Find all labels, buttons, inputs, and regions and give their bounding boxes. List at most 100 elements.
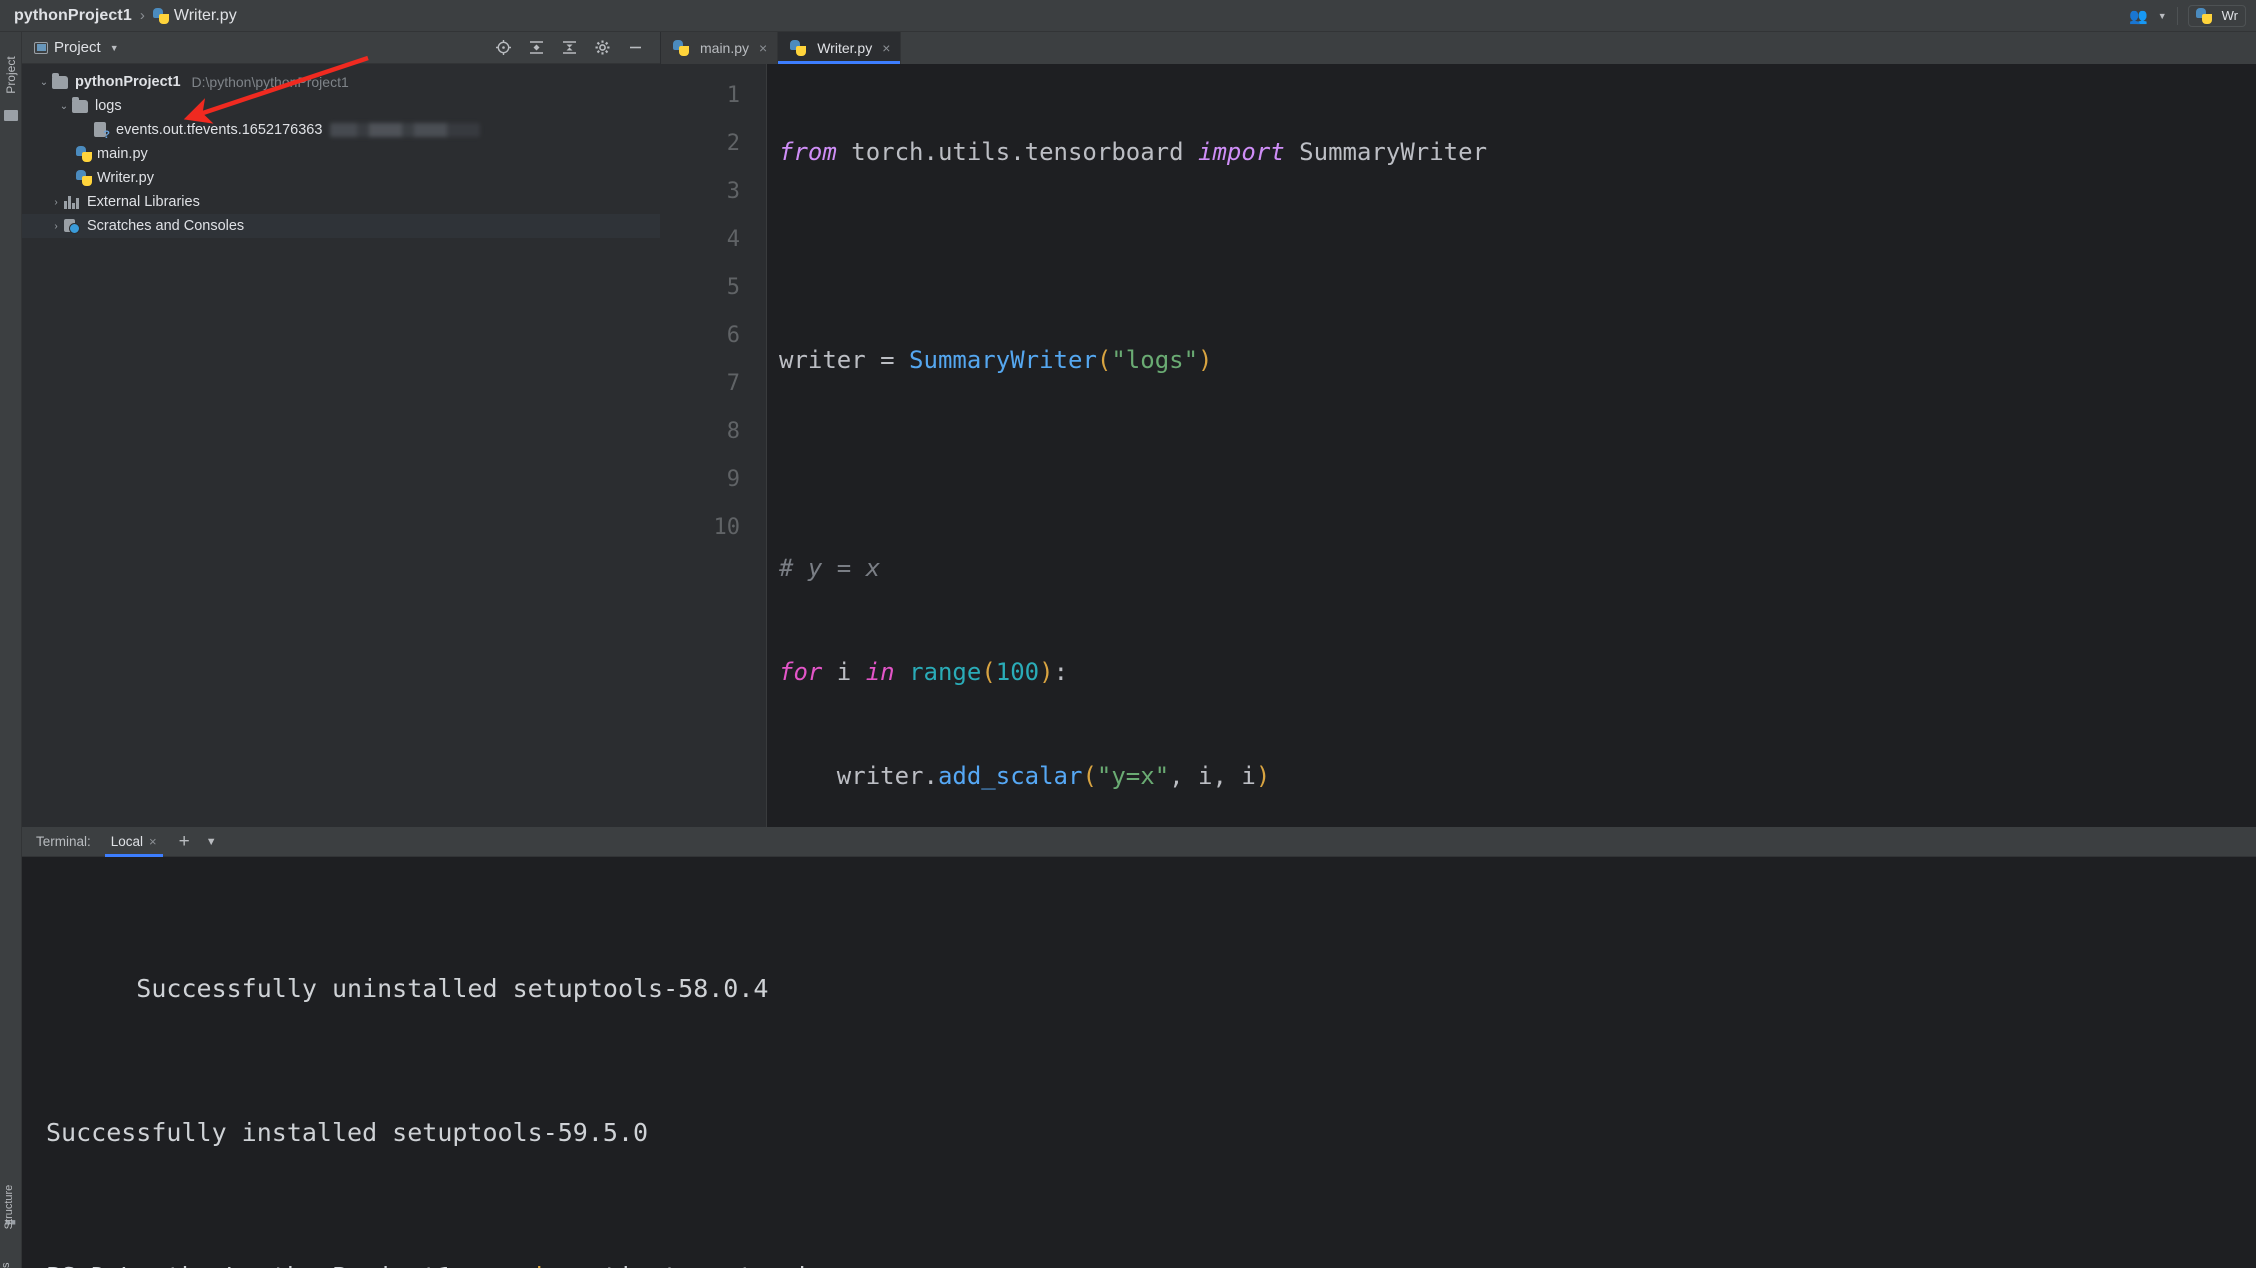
code-line-5[interactable]: # y = x	[779, 544, 2256, 592]
chevron-down-icon[interactable]: ⌄	[56, 101, 72, 112]
terminal-tool-window: Terminal: Local × + ▼ Successfully unins…	[22, 827, 2256, 1268]
stripe-bookmarks-label[interactable]: Bookmarks	[0, 1250, 20, 1268]
collapse-all-icon[interactable]	[561, 39, 578, 56]
locate-icon[interactable]	[495, 39, 512, 56]
chevron-right-icon[interactable]: ›	[48, 221, 64, 232]
chevron-down-icon[interactable]: ⌄	[36, 77, 52, 88]
code-line-1[interactable]: from torch.utils.tensorboard import Summ…	[779, 128, 2256, 176]
code-line-6[interactable]: for i in range(100):	[779, 648, 2256, 696]
tree-row-external-libraries[interactable]: › External Libraries	[22, 190, 660, 214]
code-text: torch.utils.tensorboard	[836, 138, 1199, 166]
tree-row-tfevents[interactable]: events.out.tfevents.1652176363	[22, 118, 660, 142]
editor-tab-label: main.py	[700, 40, 750, 56]
code-text: writer.	[779, 762, 938, 790]
tree-row-writer-py[interactable]: Writer.py	[22, 166, 660, 190]
code-text: :	[1053, 658, 1069, 686]
project-panel-header: Project ▼	[22, 32, 660, 64]
line-number: 8	[726, 419, 740, 444]
python-file-icon	[76, 170, 92, 186]
terminal-output[interactable]: Successfully uninstalled setuptools-58.0…	[22, 857, 2256, 1268]
terminal-text: Successfully uninstalled setuptools-58.0…	[46, 974, 769, 1003]
chevron-down-icon[interactable]: ▼	[110, 43, 119, 53]
breadcrumb-file[interactable]: Writer.py	[174, 7, 237, 25]
code-lines[interactable]: from torch.utils.tensorboard import Summ…	[767, 64, 2256, 827]
external-libraries-icon	[64, 195, 80, 209]
tfevents-file-icon	[94, 121, 110, 141]
line-number: 1	[726, 83, 740, 108]
terminal-command-conda: conda	[483, 1262, 558, 1268]
method-add-scalar: add_scalar	[937, 762, 1083, 790]
code-line-7[interactable]: writer.add_scalar("y=x", i, i)	[779, 752, 2256, 800]
line-number: 6	[726, 323, 740, 348]
hide-panel-icon[interactable]	[627, 39, 644, 56]
line-number: 10	[713, 515, 741, 540]
line-number-gutter: 1 2 3 4 5 6 7 8 9 10	[661, 64, 767, 827]
breadcrumb-project[interactable]: pythonProject1	[14, 7, 132, 25]
terminal-line-3: PS D:\python\pythonProject1> conda activ…	[46, 1253, 2256, 1268]
paren: (	[981, 658, 996, 686]
tree-label: Writer.py	[97, 170, 154, 186]
project-tree: ⌄ pythonProject1 D:\python\pythonProject…	[22, 64, 660, 238]
terminal-tab-bar: Terminal: Local × + ▼	[22, 827, 2256, 857]
tree-row-pythonProject1[interactable]: ⌄ pythonProject1 D:\python\pythonProject…	[22, 70, 660, 94]
line-number: 4	[726, 227, 740, 252]
add-terminal-icon[interactable]: +	[179, 831, 190, 853]
stripe-structure-label[interactable]: Structure	[3, 1172, 23, 1242]
folder-icon[interactable]	[4, 110, 18, 121]
terminal-tab-local[interactable]: Local ×	[104, 827, 163, 857]
folder-icon	[72, 96, 88, 113]
tree-project-path: D:\python\pythonProject1	[191, 74, 349, 90]
paren: (	[1096, 346, 1112, 374]
code-line-4[interactable]	[779, 440, 2256, 488]
tree-row-scratches-and-consoles[interactable]: › Scratches and Consoles	[22, 214, 660, 238]
stripe-project-label[interactable]: Project	[0, 46, 22, 104]
paren: )	[1198, 346, 1213, 374]
line-number: 9	[726, 467, 740, 492]
paren: )	[1255, 762, 1271, 790]
tree-label: pythonProject1	[75, 74, 181, 90]
project-tool-window: Project ▼ ⌄ pythonProject1 D:\python\pyt…	[22, 32, 660, 827]
code-editor[interactable]: 1 2 3 4 5 6 7 8 9 10 from torch.utils.te…	[661, 64, 2256, 827]
divider	[2176, 6, 2178, 25]
terminal-line-2: Successfully installed setuptools-59.5.0	[46, 1109, 2256, 1157]
code-line-2[interactable]	[779, 232, 2256, 280]
line-number: 2	[726, 131, 740, 156]
tree-label: logs	[95, 98, 122, 114]
chevron-right-icon[interactable]: ›	[48, 197, 64, 208]
tree-label: main.py	[97, 146, 148, 162]
terminal-text: Successfully installed setuptools-59.5.0	[46, 1118, 649, 1147]
chevron-down-icon[interactable]: ▼	[206, 836, 217, 848]
keyword-import: import	[1198, 138, 1285, 166]
tree-label: events.out.tfevents.1652176363	[116, 122, 323, 138]
chevron-down-icon[interactable]: ▼	[2158, 11, 2167, 21]
code-text: writer =	[779, 346, 910, 374]
editor-tab-main-py[interactable]: main.py ×	[661, 32, 779, 64]
run-configuration-chip[interactable]: Wr	[2187, 4, 2246, 27]
paren: )	[1039, 658, 1054, 686]
editor-tab-writer-py[interactable]: Writer.py ×	[778, 32, 902, 64]
code-line-3[interactable]: writer = SummaryWriter("logs")	[779, 336, 2256, 384]
builtin-range: range	[909, 658, 982, 686]
comment: # y = x	[779, 554, 881, 582]
breadcrumb-separator: ›	[139, 7, 145, 24]
pycharm-window: pythonProject1 › Writer.py 👥 ▼ Wr Projec…	[0, 0, 2256, 1268]
close-icon[interactable]: ×	[759, 40, 767, 56]
close-icon[interactable]: ×	[882, 40, 890, 56]
editor-tab-label: Writer.py	[817, 40, 873, 56]
editor-area: main.py × Writer.py × 1 2 3 4 5 6 7 8 9 …	[661, 32, 2256, 827]
code-text: , i, i	[1169, 762, 1256, 790]
expand-all-icon[interactable]	[528, 39, 545, 56]
string-logs: "logs"	[1111, 346, 1199, 374]
project-view-icon	[34, 41, 48, 54]
tree-row-logs[interactable]: ⌄ logs	[22, 94, 660, 118]
editor-tab-bar: main.py × Writer.py ×	[661, 32, 2256, 64]
tree-row-main-py[interactable]: main.py	[22, 142, 660, 166]
redacted-filename-region	[330, 123, 481, 137]
line-number: 3	[726, 179, 740, 204]
people-icon[interactable]: 👥	[2129, 7, 2148, 25]
close-icon[interactable]: ×	[149, 834, 157, 849]
python-file-icon	[673, 40, 689, 56]
settings-gear-icon[interactable]	[594, 39, 611, 56]
